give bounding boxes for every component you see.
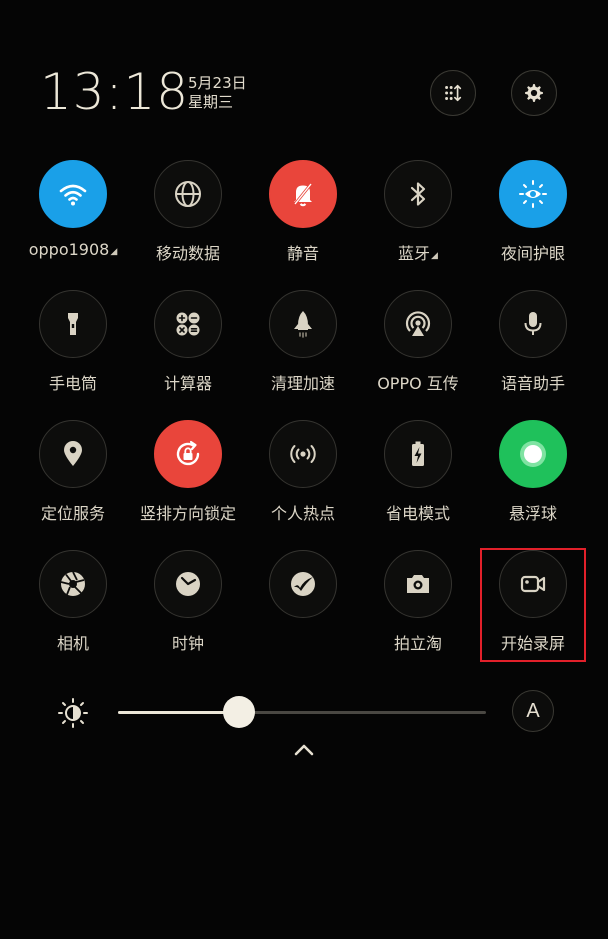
- tile-flashlight[interactable]: 手电筒: [15, 290, 131, 410]
- camera-toggle[interactable]: [39, 550, 107, 618]
- date-text: 5月23日: [188, 74, 247, 92]
- tile-label: 时钟: [171, 634, 204, 653]
- flashlight-toggle[interactable]: [39, 290, 107, 358]
- location-toggle[interactable]: [39, 420, 107, 488]
- tile-clock[interactable]: 时钟: [130, 550, 246, 670]
- calculator-toggle[interactable]: [154, 290, 222, 358]
- tile-label: 定位服务: [40, 504, 105, 523]
- eye-sun-icon: [519, 180, 547, 208]
- caret-icon: ◢: [110, 247, 118, 257]
- tile-label: 个人热点: [270, 504, 335, 523]
- tile-location[interactable]: 定位服务: [15, 420, 131, 540]
- weekday-text: 星期三: [188, 93, 234, 111]
- tile-photo-taobao[interactable]: 拍立淘: [360, 550, 476, 670]
- tile-label: 夜间护眼: [500, 244, 565, 263]
- tile-power-saving[interactable]: 省电模式: [360, 420, 476, 540]
- wifi-icon: [59, 184, 87, 206]
- brightness-slider-fill: [118, 711, 240, 714]
- voice-assistant-toggle[interactable]: [499, 290, 567, 358]
- tile-camera[interactable]: 相机: [15, 550, 131, 670]
- tile-wifi[interactable]: oppo1908◢: [15, 160, 131, 280]
- tile-label: 悬浮球: [508, 504, 557, 523]
- globe-icon: [175, 181, 201, 207]
- tile-label: 计算器: [163, 374, 212, 393]
- mobile-data-toggle[interactable]: [154, 160, 222, 228]
- tile-oppo-share[interactable]: OPPO 互传: [360, 290, 476, 410]
- calculator-icon: [176, 312, 200, 336]
- tile-voice-assistant[interactable]: 语音助手: [475, 290, 591, 410]
- night-mode-toggle[interactable]: [499, 160, 567, 228]
- rocket-icon: [294, 311, 312, 338]
- caret-icon: ◢: [431, 251, 438, 261]
- gear-icon: [525, 84, 543, 102]
- tile-label: 拍立淘: [393, 634, 442, 653]
- oppo-share-toggle[interactable]: [384, 290, 452, 358]
- microphone-icon: [524, 312, 542, 335]
- camera-shutter-icon: [60, 571, 85, 596]
- hotspot-icon: [290, 445, 316, 463]
- float-ball-icon: [520, 441, 546, 467]
- tile-label: 静音: [286, 244, 319, 263]
- rotation-lock-toggle[interactable]: [154, 420, 222, 488]
- grid-sort-icon: [445, 84, 462, 102]
- tile-label: 省电模式: [385, 504, 450, 523]
- location-pin-icon: [64, 441, 82, 466]
- auto-brightness-button[interactable]: A: [512, 690, 554, 732]
- brightness-sun-icon: [58, 698, 88, 728]
- mute-toggle[interactable]: [269, 160, 337, 228]
- wifi-toggle[interactable]: [39, 160, 107, 228]
- date-info: 5月23日 星期三: [188, 74, 247, 112]
- tile-calculator[interactable]: 计算器: [130, 290, 246, 410]
- share-signal-icon: [405, 311, 431, 336]
- power-saving-toggle[interactable]: [384, 420, 452, 488]
- tile-label: 竖排方向锁定: [139, 504, 236, 523]
- battery-bolt-icon: [412, 441, 424, 466]
- tile-mobile-data[interactable]: 移动数据: [130, 160, 246, 280]
- tile-label: 手电筒: [48, 374, 97, 393]
- tile-mute[interactable]: 静音: [245, 160, 361, 280]
- tile-speed-clean[interactable]: 清理加速: [245, 290, 361, 410]
- tile-rotation-lock[interactable]: 竖排方向锁定: [130, 420, 246, 540]
- float-ball-toggle[interactable]: [499, 420, 567, 488]
- highlight-box: [480, 548, 586, 662]
- tile-label: 移动数据: [155, 244, 220, 263]
- brightness-slider-thumb[interactable]: [223, 696, 256, 728]
- bell-off-icon: [293, 183, 313, 207]
- speed-clean-toggle[interactable]: [269, 290, 337, 358]
- brightness-bar: A: [0, 688, 608, 738]
- brightness-slider-track[interactable]: [118, 711, 486, 714]
- tile-label: OPPO 互传: [377, 374, 459, 393]
- edit-tiles-button[interactable]: [430, 70, 476, 116]
- tile-hotspot[interactable]: 个人热点: [245, 420, 361, 540]
- tile-label: 语音助手: [500, 374, 565, 393]
- tile-label: 相机: [56, 634, 89, 653]
- status-header: 13:18 5月23日 星期三: [0, 0, 608, 140]
- rotation-lock-icon: [176, 440, 200, 466]
- hotspot-toggle[interactable]: [269, 420, 337, 488]
- unknown-app-toggle[interactable]: [269, 550, 337, 618]
- photo-taobao-toggle[interactable]: [384, 550, 452, 618]
- tile-float-ball[interactable]: 悬浮球: [475, 420, 591, 540]
- bluetooth-toggle[interactable]: [384, 160, 452, 228]
- bluetooth-icon: [410, 182, 426, 206]
- camera-icon: [407, 575, 429, 593]
- tile-unknown-app[interactable]: [245, 550, 361, 670]
- clock-toggle[interactable]: [154, 550, 222, 618]
- tile-bluetooth[interactable]: 蓝牙◢: [360, 160, 476, 280]
- tile-night-mode[interactable]: 夜间护眼: [475, 160, 591, 280]
- flashlight-icon: [68, 313, 78, 335]
- chevron-up-icon[interactable]: [290, 740, 318, 760]
- tile-label: 蓝牙◢: [398, 244, 438, 263]
- settings-button[interactable]: [511, 70, 557, 116]
- tile-label: 清理加速: [270, 374, 335, 393]
- clock-time: 13:18: [40, 63, 190, 121]
- tile-label: oppo1908◢: [28, 240, 118, 259]
- swoosh-icon: [291, 572, 315, 596]
- clock-icon: [176, 572, 200, 596]
